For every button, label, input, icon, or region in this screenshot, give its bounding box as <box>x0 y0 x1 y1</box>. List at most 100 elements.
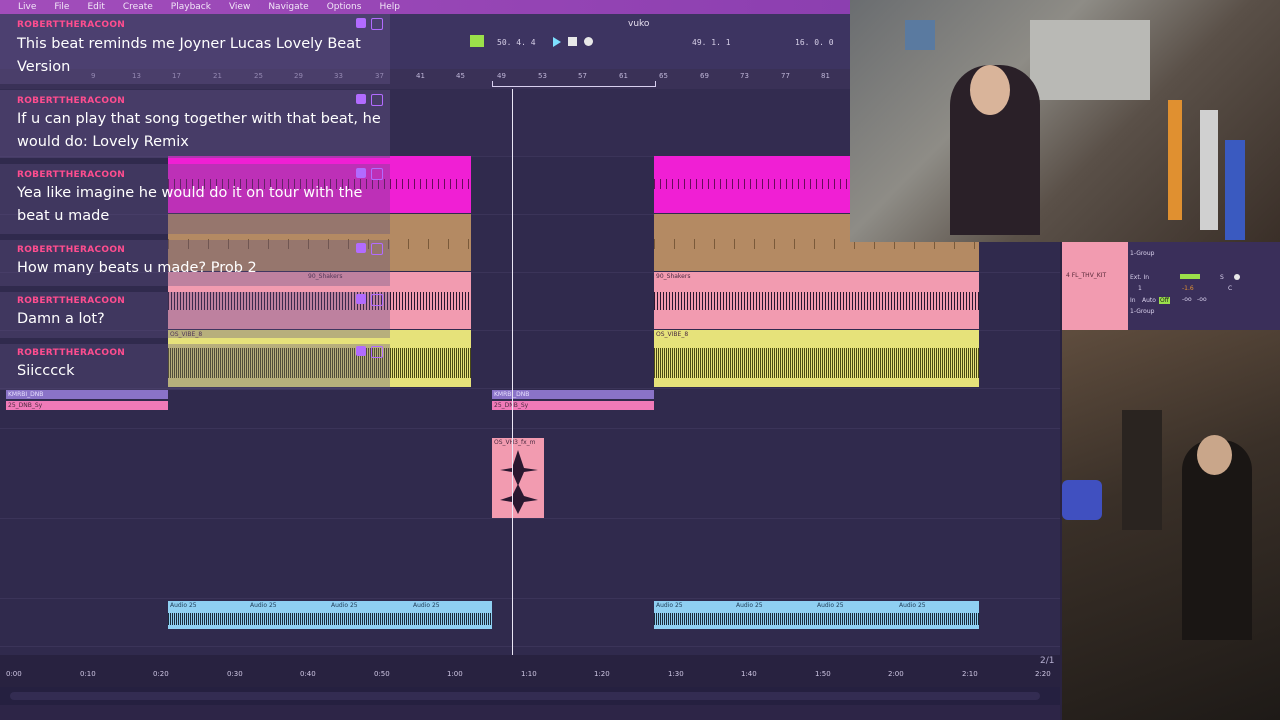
chat-text: If u can play that song together with th… <box>17 111 381 150</box>
platform-icon <box>371 294 383 306</box>
loop-start[interactable]: 49. 1. 1 <box>692 38 731 47</box>
track-lane[interactable]: Audio 25 Audio 25 Audio 25 Audio 25 Audi… <box>0 598 1060 647</box>
bar-tick: 53 <box>538 72 547 80</box>
bar-tick: 49 <box>497 72 506 80</box>
scroll-thumb[interactable] <box>10 692 1040 700</box>
menu-navigate[interactable]: Navigate <box>268 2 308 12</box>
midi-clip[interactable]: KMRBI_DNB <box>492 390 654 399</box>
song-position[interactable]: 50. 4. 4 <box>497 38 536 47</box>
platform-icon <box>371 168 383 180</box>
platform-icon <box>371 346 383 358</box>
guitar-shape <box>1200 110 1218 230</box>
monitor-in[interactable]: In <box>1130 297 1136 304</box>
horizontal-scrollbar[interactable] <box>0 687 1060 705</box>
chat-username: ROBERTTHERACOON <box>17 170 126 180</box>
loop-brace[interactable] <box>492 81 656 87</box>
monitor-off[interactable]: Off <box>1159 297 1170 304</box>
menu-file[interactable]: File <box>54 2 69 12</box>
crossfade-button[interactable]: C <box>1228 285 1232 292</box>
track-lane[interactable] <box>0 518 1060 599</box>
menu-live[interactable]: Live <box>18 2 36 12</box>
midi-clip[interactable] <box>654 156 850 213</box>
chat-text: This beat reminds me Joyner Lucas Lovely… <box>17 36 361 75</box>
chat-message: ROBERTTHERACOON If u can play that song … <box>0 90 390 158</box>
chat-text: Yea like imagine he would do it on tour … <box>17 185 363 224</box>
time-tick: 2:00 <box>888 670 904 678</box>
webcam-main <box>850 0 1280 242</box>
chat-text: Damn a lot? <box>17 311 105 327</box>
time-tick: 1:20 <box>594 670 610 678</box>
volume-value[interactable]: -1.6 <box>1182 285 1194 292</box>
doorway <box>1122 410 1162 530</box>
group-select[interactable]: 1-Group <box>1130 250 1154 257</box>
badge-icon <box>356 18 366 28</box>
record-icon[interactable] <box>584 37 593 46</box>
audio-clip[interactable]: OS_VIBE_8 <box>654 330 979 387</box>
send-b[interactable]: -oo <box>1197 296 1207 303</box>
time-ruler[interactable]: 0:00 0:10 0:20 0:30 0:40 0:50 1:00 1:10 … <box>0 655 1060 687</box>
menu-edit[interactable]: Edit <box>87 2 104 12</box>
menu-view[interactable]: View <box>229 2 250 12</box>
play-icon[interactable] <box>553 37 561 47</box>
track-name[interactable]: 4 FL_THV_KIT <box>1066 272 1106 279</box>
webcam-secondary <box>1062 330 1280 720</box>
monitor-glow <box>1062 480 1102 520</box>
time-tick: 0:30 <box>227 670 243 678</box>
bar-tick: 41 <box>416 72 425 80</box>
chat-message: ROBERTTHERACOON This beat reminds me Joy… <box>0 14 390 84</box>
chat-message: ROBERTTHERACOON Yea like imagine he woul… <box>0 164 390 234</box>
menu-help[interactable]: Help <box>379 2 400 12</box>
menu-playback[interactable]: Playback <box>171 2 211 12</box>
track-lane[interactable]: KMRBI_DNB 25_DNB_Sy KMRBI_DNB 25_DNB_Sy <box>0 388 1060 429</box>
bar-tick: 81 <box>821 72 830 80</box>
midi-clip[interactable]: 25_DNB_Sy <box>6 401 168 410</box>
bar-tick: 57 <box>578 72 587 80</box>
arrangement-record-button[interactable] <box>470 35 484 47</box>
bar-tick: 69 <box>700 72 709 80</box>
badge-icon <box>356 168 366 178</box>
time-tick: 1:40 <box>741 670 757 678</box>
time-tick: 0:50 <box>374 670 390 678</box>
time-tick: 1:00 <box>447 670 463 678</box>
loop-length[interactable]: 16. 0. 0 <box>795 38 834 47</box>
page-indicator: 2/1 <box>1040 656 1055 666</box>
arm-icon[interactable] <box>1234 274 1240 280</box>
track-color-swatch <box>1062 242 1128 330</box>
mixer-panel: 4 FL_THV_KIT 1-Group Ext. In 1 In Auto O… <box>1062 242 1280 330</box>
audio-clip[interactable]: Audio 25 Audio 25 Audio 25 Audio 25 <box>168 601 492 629</box>
audio-clip[interactable]: Audio 25 Audio 25 Audio 25 Audio 25 <box>654 601 979 629</box>
platform-icon <box>371 18 383 30</box>
status-bar <box>0 705 1060 720</box>
chat-message: ROBERTTHERACOON How many beats u made? P… <box>0 240 390 286</box>
chat-username: ROBERTTHERACOON <box>17 348 126 358</box>
badge-icon <box>356 94 366 104</box>
send-a[interactable]: -oo <box>1182 296 1192 303</box>
window-frame <box>1030 20 1150 100</box>
solo-button[interactable]: S <box>1220 274 1224 281</box>
guitar-shape <box>1168 100 1182 220</box>
wall-painting <box>905 20 935 50</box>
track-lane[interactable]: OS_VH3_fx_m <box>0 428 1060 519</box>
badge-icon <box>356 294 366 304</box>
project-title: vuko <box>628 19 650 29</box>
menu-create[interactable]: Create <box>123 2 153 12</box>
output-select[interactable]: 1-Group <box>1130 308 1154 315</box>
midi-clip[interactable]: 25_DNB_Sy <box>492 401 654 410</box>
chat-username: ROBERTTHERACOON <box>17 296 126 306</box>
audio-clip[interactable]: OS_VH3_fx_m <box>492 438 544 518</box>
menu-options[interactable]: Options <box>327 2 362 12</box>
chat-text: Siicccck <box>17 363 75 379</box>
chat-text: How many beats u made? Prob 2 <box>17 260 257 276</box>
chat-username: ROBERTTHERACOON <box>17 96 126 106</box>
bar-tick: 77 <box>781 72 790 80</box>
bar-tick: 61 <box>619 72 628 80</box>
playhead[interactable] <box>512 89 513 669</box>
audio-clip[interactable]: 90_Shakers <box>654 272 979 329</box>
stop-icon[interactable] <box>568 37 577 46</box>
chat-message: ROBERTTHERACOON Siicccck <box>0 344 390 390</box>
chat-overlay: ROBERTTHERACOON This beat reminds me Joy… <box>0 14 390 394</box>
input-select[interactable]: Ext. In <box>1130 274 1149 281</box>
platform-icon <box>371 94 383 106</box>
channel-select[interactable]: 1 <box>1138 285 1142 292</box>
monitor-auto[interactable]: Auto <box>1142 297 1156 304</box>
